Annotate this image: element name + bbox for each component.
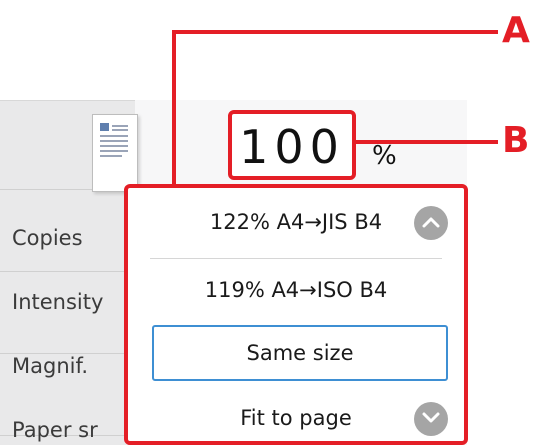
option-same-size[interactable]: Same size: [152, 325, 448, 381]
settings-item-intensity[interactable]: Intensity: [12, 290, 103, 314]
copy-settings-screen: Copies Intensity Magnif. Paper sr 100 % …: [0, 0, 537, 445]
list-divider: [0, 271, 135, 272]
magnification-value-field[interactable]: 100: [228, 110, 356, 180]
scroll-down-button[interactable]: [414, 402, 448, 436]
magnification-value: 100: [239, 120, 345, 174]
option-119-a4-iso-b4[interactable]: 119% A4→ISO B4: [128, 278, 464, 302]
callout-a-line: [172, 30, 498, 34]
option-same-size-label: Same size: [246, 341, 354, 365]
scroll-up-button[interactable]: [414, 206, 448, 240]
percent-unit: %: [372, 141, 397, 171]
callout-b-label: B: [502, 120, 530, 161]
magnification-options-list: 122% A4→JIS B4 119% A4→ISO B4 Same size …: [124, 184, 468, 445]
settings-item-magnification[interactable]: Magnif.: [12, 354, 88, 378]
settings-item-paper-source[interactable]: Paper sr: [12, 418, 98, 442]
callout-b-line: [356, 140, 498, 144]
chevron-down-icon: [422, 412, 440, 423]
callout-a-line: [172, 30, 176, 186]
chevron-up-icon: [422, 217, 440, 228]
callout-a-label: A: [502, 10, 530, 51]
settings-item-copies[interactable]: Copies: [12, 226, 83, 250]
option-divider: [150, 258, 442, 259]
document-preview-icon: [92, 114, 138, 192]
